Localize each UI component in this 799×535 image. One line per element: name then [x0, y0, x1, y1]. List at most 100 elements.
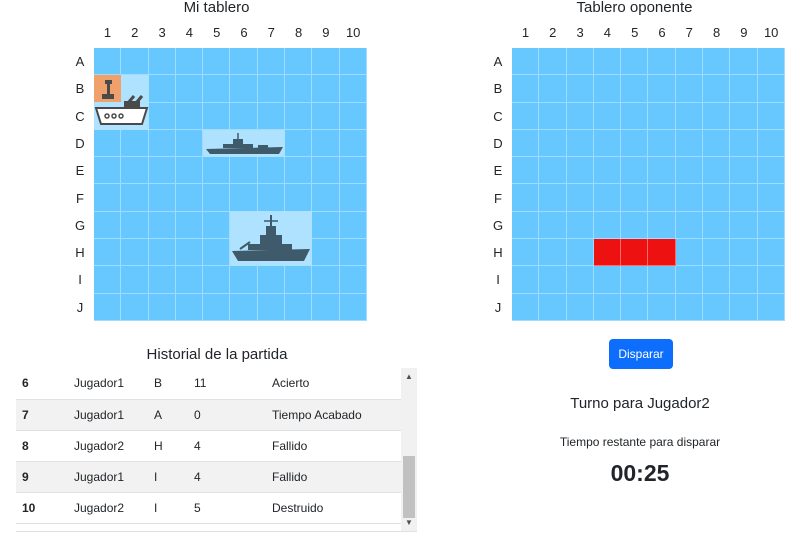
board-cell[interactable]	[675, 266, 704, 294]
history-panel[interactable]: 6 Jugador1 B 11 Acierto 7 Jugador1 A 0 Tiempo Aca…	[16, 368, 417, 532]
board-cell[interactable]	[730, 266, 758, 294]
board-cell[interactable]	[703, 75, 731, 103]
scroll-thumb[interactable]	[403, 456, 415, 518]
board-cell[interactable]	[621, 211, 649, 240]
board-cell[interactable]	[730, 102, 758, 130]
history-scrollbar[interactable]: ▲ ▼	[401, 368, 417, 531]
board-cell[interactable]	[648, 266, 676, 294]
board-cell[interactable]	[648, 129, 676, 158]
board-cell[interactable]	[539, 239, 567, 267]
board-cell[interactable]	[675, 184, 704, 212]
board-cell[interactable]	[539, 129, 567, 158]
board-cell[interactable]	[621, 102, 649, 130]
board-cell[interactable]	[621, 75, 649, 103]
board-cell[interactable]	[621, 184, 649, 212]
board-cell[interactable]	[593, 266, 622, 294]
board-cell[interactable]	[648, 75, 676, 103]
board-cell[interactable]	[566, 129, 594, 158]
board-cell[interactable]	[675, 75, 704, 103]
board-cell[interactable]	[675, 239, 704, 267]
board-cell[interactable]	[621, 293, 649, 321]
board-cell[interactable]	[512, 157, 540, 185]
board-cell[interactable]	[648, 293, 676, 321]
board-cell[interactable]	[593, 48, 622, 76]
board-cell[interactable]	[675, 48, 704, 76]
board-cell[interactable]	[566, 102, 594, 130]
board-cell[interactable]	[675, 293, 704, 321]
board-cell[interactable]	[539, 48, 567, 76]
board-cell[interactable]	[621, 129, 649, 158]
board-cell[interactable]	[648, 211, 676, 240]
board-cell[interactable]	[648, 157, 676, 185]
board-cell-hit[interactable]	[593, 239, 622, 267]
board-cell[interactable]	[757, 129, 785, 158]
board-cell[interactable]	[566, 239, 594, 267]
scroll-down-arrow-icon[interactable]: ▼	[401, 516, 417, 530]
board-cell[interactable]	[512, 266, 540, 294]
board-cell[interactable]	[703, 129, 731, 158]
board-cell-hit[interactable]	[621, 239, 649, 267]
board-cell[interactable]	[730, 239, 758, 267]
board-cell[interactable]	[675, 102, 704, 130]
board-cell[interactable]	[757, 48, 785, 76]
board-cell[interactable]	[730, 75, 758, 103]
board-cell[interactable]	[512, 129, 540, 158]
board-cell[interactable]	[757, 157, 785, 185]
board-cell[interactable]	[593, 102, 622, 130]
board-cell[interactable]	[566, 48, 594, 76]
board-cell[interactable]	[512, 102, 540, 130]
board-cell[interactable]	[566, 211, 594, 240]
fire-button[interactable]: Disparar	[609, 339, 673, 369]
board-cell[interactable]	[593, 293, 622, 321]
board-cell[interactable]	[621, 266, 649, 294]
board-cell[interactable]	[730, 293, 758, 321]
board-cell[interactable]	[648, 102, 676, 130]
board-cell[interactable]	[757, 102, 785, 130]
board-cell[interactable]	[539, 102, 567, 130]
board-cell[interactable]	[539, 75, 567, 103]
board-cell[interactable]	[703, 157, 731, 185]
board-cell[interactable]	[703, 48, 731, 76]
board-cell[interactable]	[703, 239, 731, 267]
board-cell[interactable]	[730, 184, 758, 212]
board-cell[interactable]	[757, 211, 785, 240]
board-cell[interactable]	[512, 211, 540, 240]
board-cell[interactable]	[539, 211, 567, 240]
board-cell[interactable]	[593, 211, 622, 240]
scroll-up-arrow-icon[interactable]: ▲	[401, 370, 417, 384]
board-cell[interactable]	[566, 157, 594, 185]
board-cell[interactable]	[675, 157, 704, 185]
board-cell[interactable]	[757, 266, 785, 294]
board-cell[interactable]	[512, 48, 540, 76]
board-cell[interactable]	[512, 239, 540, 267]
board-cell[interactable]	[648, 184, 676, 212]
board-cell-hit[interactable]	[648, 239, 676, 267]
board-cell[interactable]	[675, 129, 704, 158]
board-cell[interactable]	[539, 266, 567, 294]
board-cell[interactable]	[703, 211, 731, 240]
board-cell[interactable]	[593, 129, 622, 158]
board-cell[interactable]	[757, 75, 785, 103]
board-cell[interactable]	[730, 48, 758, 76]
board-cell[interactable]	[730, 129, 758, 158]
board-cell[interactable]	[566, 184, 594, 212]
board-cell[interactable]	[593, 75, 622, 103]
board-cell[interactable]	[730, 211, 758, 240]
board-cell[interactable]	[703, 184, 731, 212]
board-cell[interactable]	[593, 157, 622, 185]
board-cell[interactable]	[566, 293, 594, 321]
board-cell[interactable]	[703, 293, 731, 321]
board-cell[interactable]	[757, 184, 785, 212]
board-cell[interactable]	[648, 48, 676, 76]
board-cell[interactable]	[512, 75, 540, 103]
board-cell[interactable]	[539, 157, 567, 185]
board-cell[interactable]	[621, 48, 649, 76]
board-cell[interactable]	[512, 184, 540, 212]
board-cell[interactable]	[566, 266, 594, 294]
board-cell[interactable]	[703, 102, 731, 130]
board-cell[interactable]	[539, 184, 567, 212]
board-cell[interactable]	[621, 157, 649, 185]
board-cell[interactable]	[539, 293, 567, 321]
board-cell[interactable]	[675, 211, 704, 240]
board-cell[interactable]	[566, 75, 594, 103]
